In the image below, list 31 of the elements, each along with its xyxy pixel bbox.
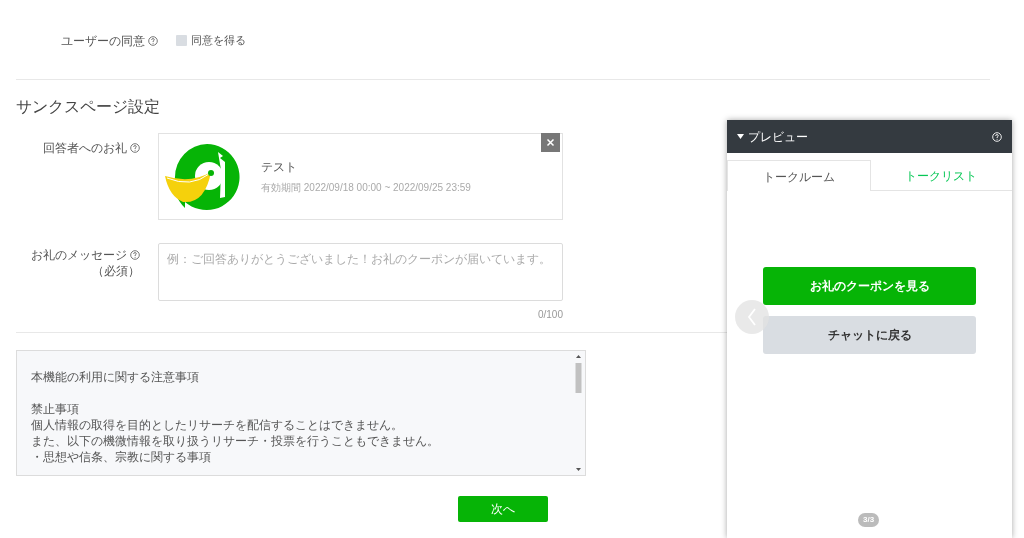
notes-text: 禁止事項	[31, 401, 79, 416]
coupon-validity: 有効期間 2022/09/18 00:00 ~ 2022/09/25 23:59	[261, 181, 471, 195]
page-indicator: 3/3	[858, 513, 880, 527]
caret-icon[interactable]	[737, 134, 744, 139]
coupon-name: テスト	[261, 159, 298, 176]
notes-text: また、以下の機微情報を取り扱うリサーチ・投票を行うこともできません。	[31, 433, 439, 448]
notes-text: 本機能の利用に関する注意事項	[31, 369, 199, 384]
previous-button[interactable]	[735, 300, 769, 334]
checkbox-label: 同意を得る	[191, 33, 246, 49]
consent-checkbox[interactable]	[176, 35, 187, 46]
help-icon[interactable]	[130, 250, 140, 260]
required-note: （必須）	[92, 264, 140, 278]
close-button[interactable]	[541, 133, 560, 152]
help-icon[interactable]	[148, 35, 158, 46]
back-button[interactable]: チャットに戻る	[763, 316, 976, 354]
scrollbar[interactable]	[574, 352, 583, 473]
section-title: サンクスページ設定	[16, 98, 160, 115]
panel-title: プレビュー	[748, 128, 808, 146]
character-counter: 0/100	[537, 308, 563, 320]
field-label: お礼のメッセージ	[31, 248, 127, 262]
close-icon	[546, 138, 555, 147]
field-label: 回答者へのお礼	[43, 141, 127, 155]
coupon-button[interactable]: お礼のクーポンを見る	[763, 267, 976, 305]
field-label: ユーザーの同意	[61, 33, 145, 48]
notes-text: ・思想や信条、宗教に関する事項	[31, 449, 211, 464]
help-icon[interactable]	[130, 143, 140, 153]
next-button[interactable]: 次へ	[458, 495, 548, 522]
message-field[interactable]: 例：ご回答ありがとうございました！お礼のクーポンが届いています。	[158, 243, 563, 301]
preview-tab[interactable]: トークリスト	[870, 160, 1012, 191]
preview-tab[interactable]: トークルーム	[727, 160, 871, 191]
notes-text: 個人情報の取得を目的としたリサーチを配信することはできません。	[31, 417, 403, 432]
